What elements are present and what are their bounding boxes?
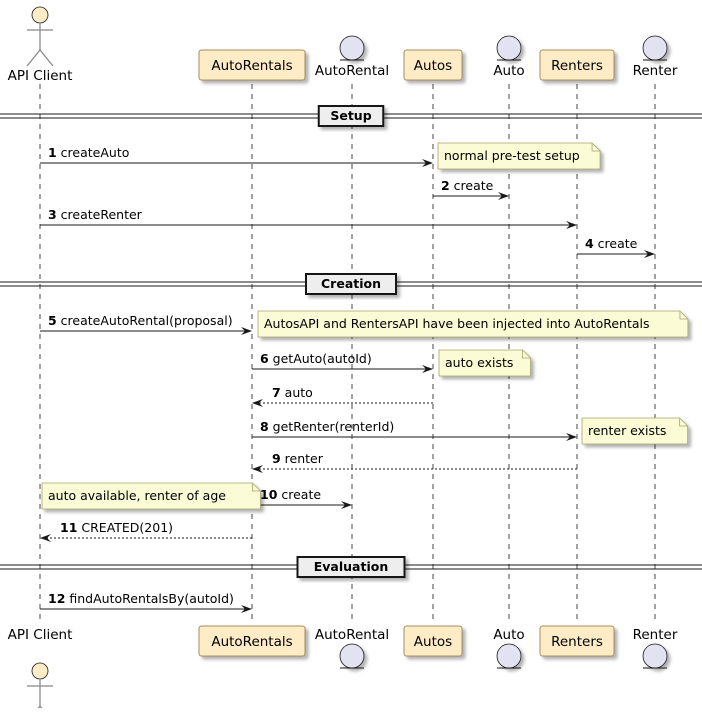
message-11: 11 CREATED(201)	[40, 520, 252, 542]
message-number: 12	[48, 591, 65, 606]
message-label: 7 auto	[272, 385, 313, 400]
actor-head-icon	[31, 662, 49, 680]
participant-label: API Client	[8, 68, 73, 84]
message-text: getAuto(autoId)	[269, 351, 372, 366]
message-label: 1 createAuto	[48, 145, 129, 160]
divider-label: Setup	[330, 108, 371, 123]
entity-icon	[496, 35, 522, 61]
arrowhead-icon	[252, 399, 263, 407]
participant-label: AutoRentals	[211, 58, 292, 74]
message-number: 2	[441, 178, 450, 193]
message-text: create	[594, 236, 638, 251]
message-number: 1	[48, 145, 57, 160]
message-number: 8	[260, 419, 269, 434]
participant-label: Autos	[414, 634, 452, 650]
entity-icon	[496, 643, 522, 669]
participant-label: Renters	[551, 58, 603, 74]
actor-body-icon	[27, 679, 53, 712]
participant-label: Autos	[414, 58, 452, 74]
message-3: 3 createRenter	[40, 207, 577, 229]
message-label: 6 getAuto(autoId)	[260, 351, 372, 366]
arrowhead-icon	[252, 465, 263, 473]
message-label: 9 renter	[272, 451, 324, 466]
message-12: 12 findAutoRentalsBy(autoId)	[40, 591, 252, 613]
entity-icon	[642, 643, 668, 669]
actor-body-icon	[26, 23, 54, 67]
participant-label: Renter	[633, 63, 678, 79]
message-4: 4 create	[577, 236, 655, 258]
participant-label: AutoRental	[315, 627, 389, 643]
entity-icon	[339, 35, 365, 61]
note-text: normal pre-test setup	[444, 148, 580, 163]
participant-renter	[642, 35, 668, 669]
note-text: renter exists	[588, 423, 666, 438]
message-text: create	[277, 487, 321, 502]
divider-label: Evaluation	[314, 559, 389, 574]
message-2: 2 create	[433, 178, 509, 200]
message-1: 1 createAuto	[40, 145, 433, 167]
message-label: 12 findAutoRentalsBy(autoId)	[48, 591, 234, 606]
message-10: 10 create	[252, 487, 352, 509]
message-label: 3 createRenter	[48, 207, 143, 222]
message-number: 5	[48, 313, 57, 328]
message-number: 4	[585, 236, 594, 251]
message-number: 3	[48, 207, 57, 222]
message-7: 7 auto	[252, 385, 433, 407]
message-label: 11 CREATED(201)	[60, 520, 173, 535]
message-number: 10	[260, 487, 278, 502]
message-label: 4 create	[585, 236, 638, 251]
message-text: createAuto	[57, 145, 130, 160]
participant-label: Renters	[551, 634, 603, 650]
note-text: AutosAPI and RentersAPI have been inject…	[264, 316, 650, 331]
entity-icon	[642, 35, 668, 61]
message-number: 9	[272, 451, 281, 466]
message-number: 6	[260, 351, 269, 366]
message-5: 5 createAutoRental(proposal)	[40, 313, 252, 335]
participant-label: Auto	[493, 63, 524, 79]
message-text: getRenter(renterId)	[269, 419, 395, 434]
message-text: createAutoRental(proposal)	[57, 313, 233, 328]
sequence-diagram: API Client API Client AutoRentals AutoRenta…	[0, 6, 702, 712]
message-number: 7	[272, 385, 281, 400]
participant-label: Auto	[493, 627, 524, 643]
message-6: 6 getAuto(autoId)	[252, 351, 433, 373]
message-text: createRenter	[57, 207, 143, 222]
participant-label: Renter	[633, 627, 678, 643]
note-text: auto exists	[445, 355, 513, 370]
message-label: 5 createAutoRental(proposal)	[48, 313, 233, 328]
actor-head-icon	[31, 6, 49, 24]
divider-label: Creation	[321, 276, 381, 291]
message-number: 11	[60, 520, 77, 535]
message-9: 9 renter	[252, 451, 577, 473]
message-text: renter	[281, 451, 324, 466]
participant-label: API Client	[8, 627, 73, 643]
arrowhead-icon	[40, 534, 51, 542]
participant-label: AutoRentals	[211, 634, 292, 650]
message-text: create	[450, 178, 494, 193]
message-text: findAutoRentalsBy(autoId)	[65, 591, 234, 606]
message-8: 8 getRenter(renterId)	[252, 419, 577, 441]
message-label: 8 getRenter(renterId)	[260, 419, 394, 434]
note-text: auto available, renter of age	[48, 488, 226, 503]
participant-label: AutoRental	[315, 63, 389, 79]
message-text: auto	[281, 385, 313, 400]
entity-icon	[339, 643, 365, 669]
message-label: 10 create	[260, 487, 321, 502]
message-text: CREATED(201)	[77, 520, 173, 535]
message-label: 2 create	[441, 178, 494, 193]
